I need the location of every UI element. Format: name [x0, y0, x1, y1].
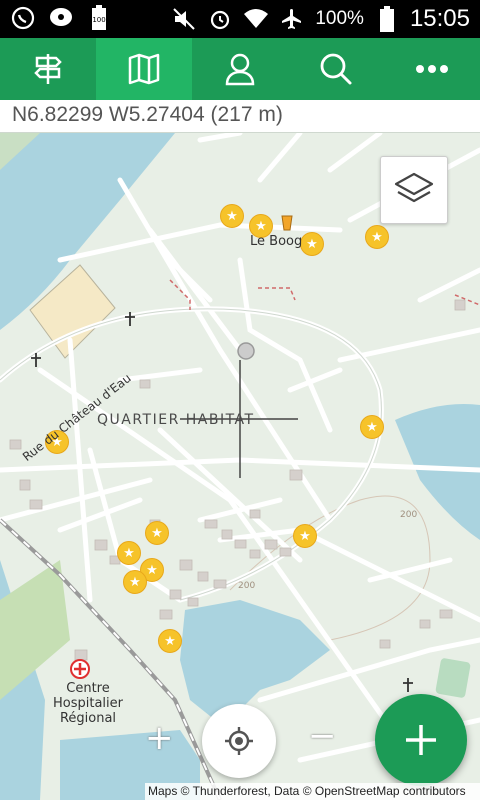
poi-star-marker[interactable]: ★ [158, 629, 182, 653]
mute-icon [171, 6, 197, 32]
battery-icon: 100 [86, 5, 112, 31]
place-label-le-boog: Le Boog [250, 234, 303, 249]
contour-label: 200 [400, 510, 418, 520]
map-button[interactable] [96, 38, 192, 100]
hospital-label: Centre Hospitalier Régional [48, 681, 128, 726]
clock: 15:05 [409, 5, 470, 32]
sports-pitch [435, 658, 471, 698]
search-button[interactable] [288, 38, 384, 100]
poi-star-marker[interactable]: ★ [365, 225, 389, 249]
contour-label: 200 [238, 581, 256, 591]
profile-icon [225, 53, 255, 86]
signpost-icon [34, 54, 62, 84]
coordinates-text: N6.82299 W5.27404 (217 m) [12, 103, 283, 126]
plus-icon [406, 725, 436, 755]
airplane-icon [279, 6, 305, 32]
my-location-button[interactable] [202, 704, 276, 778]
battery-full-icon [374, 6, 400, 32]
wifi-icon [243, 6, 269, 32]
signpost-button[interactable] [0, 38, 96, 100]
zoom-out-button[interactable]: − [308, 716, 337, 756]
coordinates-bar: N6.82299 W5.27404 (217 m) [0, 100, 480, 133]
layers-button[interactable] [380, 156, 448, 224]
hospital-marker[interactable] [70, 659, 90, 679]
bar-icon[interactable] [281, 215, 293, 231]
search-icon [320, 53, 352, 85]
hospital-label-line: Régional [59, 711, 117, 726]
hospital-label-line: Hospitalier [53, 696, 123, 711]
hospital-label-line: Centre [66, 681, 110, 696]
layers-icon [394, 172, 434, 203]
poi-star-marker[interactable]: ★ [293, 524, 317, 548]
more-button[interactable] [384, 38, 480, 100]
district-label: QUARTIER HABITAT [97, 412, 255, 428]
add-button[interactable] [375, 694, 467, 786]
attribution-text: Maps © Thunderforest, Data © OpenStreetM… [148, 784, 466, 798]
crosshair-location-icon [225, 727, 253, 755]
map-icon [128, 53, 160, 85]
poi-star-marker[interactable]: ★ [360, 415, 384, 439]
more-icon [416, 65, 448, 73]
map-attribution: Maps © Thunderforest, Data © OpenStreetM… [145, 783, 480, 800]
svg-text:100: 100 [92, 16, 105, 24]
poi-star-marker[interactable]: ★ [300, 232, 324, 256]
status-bar: 100 100% 15:05 [0, 0, 480, 38]
roundabout [237, 342, 255, 360]
zoom-in-button[interactable]: + [145, 718, 174, 758]
poi-star-marker[interactable]: ★ [117, 541, 141, 565]
poi-star-marker[interactable]: ★ [123, 570, 147, 594]
whatsapp-icon [10, 5, 36, 31]
chat-icon [48, 5, 74, 31]
poi-star-marker[interactable]: ★ [220, 204, 244, 228]
battery-percent: 100% [315, 8, 364, 29]
top-toolbar [0, 38, 480, 100]
alarm-icon [207, 6, 233, 32]
profile-button[interactable] [192, 38, 288, 100]
poi-star-marker[interactable]: ★ [145, 521, 169, 545]
